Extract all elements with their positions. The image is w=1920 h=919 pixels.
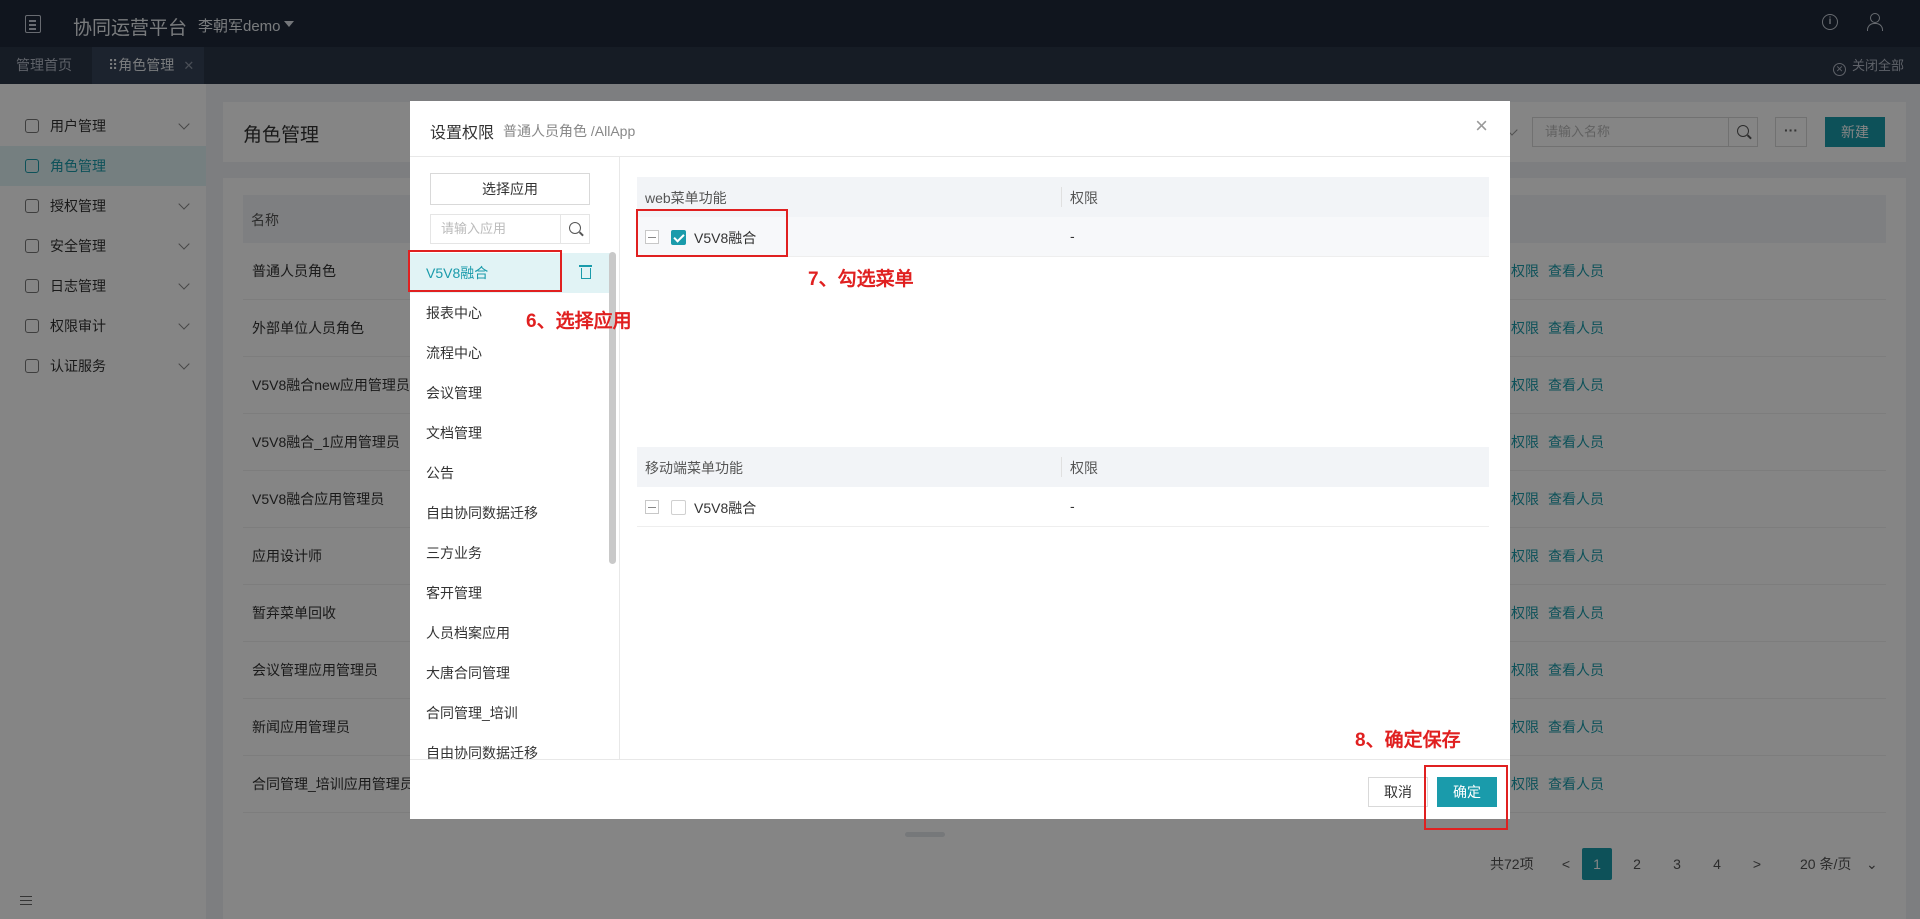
app-search-input[interactable]: 请输入应用 [430, 214, 561, 244]
highlight-box-confirm [1424, 765, 1508, 830]
menu-checkbox[interactable] [671, 500, 686, 515]
mobile-menu-header: 移动端菜单功能 [645, 460, 743, 476]
column-divider [1061, 187, 1062, 207]
app-item[interactable]: 流程中心 [410, 333, 610, 373]
app-item[interactable]: 会议管理 [410, 373, 610, 413]
collapse-icon[interactable] [645, 500, 659, 514]
select-app-button[interactable]: 选择应用 [430, 173, 590, 205]
cancel-button[interactable]: 取消 [1368, 777, 1428, 807]
annotation-step7: 7、勾选菜单 [808, 269, 914, 290]
permission-modal: 设置权限 普通人员角色 /AllApp × 选择应用 请输入应用 V5V8融合 … [410, 101, 1510, 819]
modal-subtitle: 普通人员角色 /AllApp [503, 123, 636, 139]
app-item[interactable]: 自由协同数据迁移 [410, 733, 610, 759]
annotation-step8: 8、确定保存 [1355, 730, 1461, 751]
vertical-scrollbar[interactable] [609, 252, 616, 564]
app-list-pane: 选择应用 请输入应用 V5V8融合 报表中心 流程中心 会议管理 文档管理 公告… [410, 157, 620, 759]
app-item[interactable]: 大唐合同管理 [410, 653, 610, 693]
app-item[interactable]: 文档管理 [410, 413, 610, 453]
highlight-box-app [408, 250, 562, 292]
table-row: V5V8融合 - [637, 487, 1489, 527]
permission-header: 权限 [1070, 190, 1098, 206]
modal-header: 设置权限 普通人员角色 /AllApp × [410, 101, 1510, 157]
app-item[interactable]: 自由协同数据迁移 [410, 493, 610, 533]
app-item[interactable]: 客开管理 [410, 573, 610, 613]
mobile-menu-table: 移动端菜单功能 权限 V5V8融合 - [637, 447, 1489, 527]
search-icon [569, 222, 581, 234]
app-item[interactable]: 合同管理_培训 [410, 693, 610, 733]
web-menu-header: web菜单功能 [645, 190, 727, 206]
trash-icon[interactable] [579, 265, 592, 279]
app-item[interactable]: 公告 [410, 453, 610, 493]
permission-header: 权限 [1070, 460, 1098, 476]
menu-label: V5V8融合 [694, 500, 757, 516]
app-item[interactable]: 三方业务 [410, 533, 610, 573]
annotation-step6: 6、选择应用 [526, 311, 632, 332]
highlight-box-menu [636, 209, 788, 257]
table-header: 移动端菜单功能 权限 [637, 447, 1489, 487]
permission-value: - [1070, 498, 1075, 514]
close-icon[interactable]: × [1475, 115, 1488, 137]
app-search-button[interactable] [560, 214, 590, 244]
modal-footer: 取消 确定 [410, 759, 1510, 819]
modal-title: 设置权限 [430, 125, 495, 142]
app-item[interactable]: 人员档案应用 [410, 613, 610, 653]
column-divider [1061, 457, 1062, 477]
permission-value: - [1070, 228, 1075, 244]
